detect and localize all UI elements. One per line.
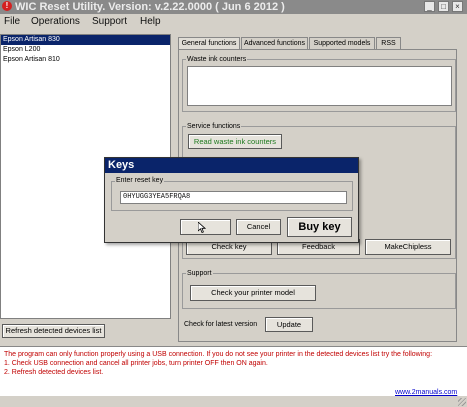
tab-advanced-functions[interactable]: Advanced functions [241,37,308,49]
app-warning-icon: ! [2,1,12,11]
menu-help[interactable]: Help [140,15,161,29]
refresh-devices-label: Refresh detected devices list [5,326,102,335]
close-icon[interactable]: × [452,1,463,12]
window-title: WIC Reset Utility. Version: v.2.22.0000 … [15,1,285,13]
check-printer-model-button[interactable]: Check your printer model [190,285,316,301]
menu-file[interactable]: File [4,15,20,29]
waste-ink-group-label: Waste ink counters [186,55,248,64]
buy-key-button[interactable]: Buy key [287,217,352,237]
status-line: The program can only function properly u… [4,351,433,358]
footer-link[interactable]: www.2manuals.com [395,389,457,396]
support-group-label: Support [186,269,213,278]
maximize-icon[interactable]: □ [438,1,449,12]
minimize-icon[interactable]: _ [424,1,435,12]
resize-grip-icon[interactable] [458,398,466,406]
check-printer-model-label: Check your printer model [211,288,295,297]
cancel-label: Cancel [246,222,271,231]
read-waste-counters-label: Read waste ink counters [193,137,277,146]
keys-dialog-title-bar: Keys [105,158,358,173]
status-line: 2. Refresh detected devices list. [4,369,104,376]
cancel-button[interactable]: Cancel [236,219,281,235]
tab-rss[interactable]: RSS [376,37,401,49]
makechipless-button[interactable]: MakeChipless [365,239,451,255]
reset-key-input[interactable]: 0HYUGG3YEA5FRQA8 [120,191,347,204]
update-button[interactable]: Update [265,317,313,332]
read-waste-counters-button[interactable]: Read waste ink counters [188,134,282,149]
title-bar: ! WIC Reset Utility. Version: v.2.22.000… [0,0,467,14]
buy-key-label: Buy key [298,221,341,233]
update-label: Update [276,320,302,329]
reset-key-group: Enter reset key 0HYUGG3YEA5FRQA8 [111,176,353,211]
tab-supported-models[interactable]: Supported models [309,37,375,49]
makechipless-label: MakeChipless [384,242,432,251]
menu-operations[interactable]: Operations [31,15,80,29]
reset-key-group-label: Enter reset key [115,176,165,185]
status-line: 1. Check USB connection and cancel all p… [4,360,268,367]
device-item-artisan-830[interactable]: Epson Artisan 830 [1,35,170,45]
tab-strip: General functions Advanced functions Sup… [178,37,457,50]
service-functions-group-label: Service functions [186,122,242,131]
check-latest-version-label: Check for latest version [184,321,258,328]
device-item-l200[interactable]: Epson L200 [1,45,170,55]
waste-ink-counters-display [187,66,452,106]
mouse-pointer-icon [198,222,206,233]
keys-dialog-title: Keys [108,159,135,171]
keys-dialog: Keys Enter reset key 0HYUGG3YEA5FRQA8 Ca… [104,157,359,243]
menu-bar: File Operations Support Help [0,14,467,30]
menu-support[interactable]: Support [92,15,127,29]
refresh-devices-button[interactable]: Refresh detected devices list [2,324,105,338]
device-item-artisan-810[interactable]: Epson Artisan 810 [1,55,170,65]
